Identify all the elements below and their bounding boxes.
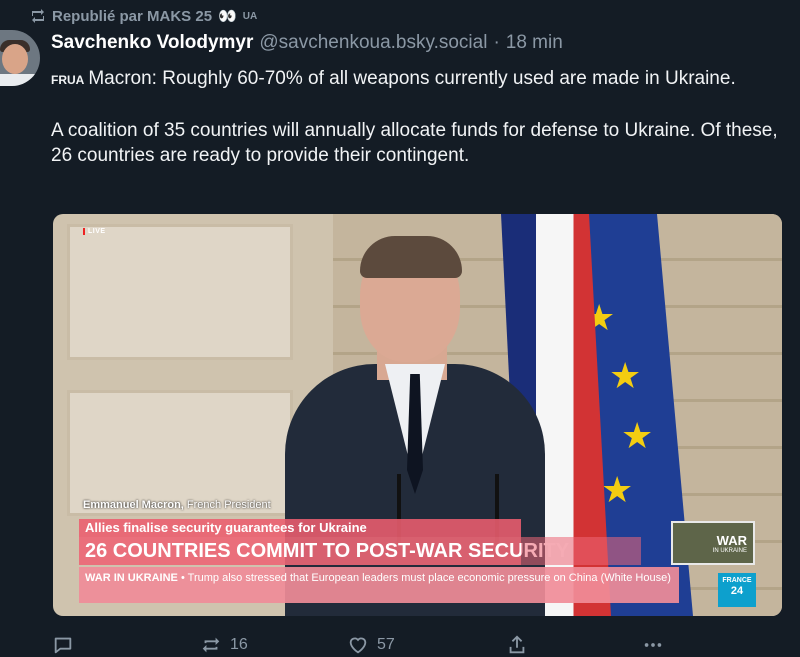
author-name[interactable]: Savchenko Volodymyr — [51, 32, 253, 54]
flag-icons: FRUA — [51, 73, 85, 87]
post-paragraph-1: Macron: Roughly 60-70% of all weapons cu… — [88, 68, 736, 89]
share-button[interactable] — [506, 634, 528, 656]
repost-suffix: UA — [242, 10, 258, 22]
star-icon: ★ — [609, 355, 642, 396]
headline-main: 26 COUNTRIES COMMIT TO POST-WAR SECURITY — [79, 537, 569, 565]
repost-icon — [32, 9, 44, 23]
like-button[interactable]: 57 — [347, 634, 395, 656]
avatar[interactable] — [0, 30, 40, 86]
repost-text: Republié par MAKS 25 — [52, 7, 213, 25]
author-handle[interactable]: @savchenkoua.bsky.social — [259, 32, 487, 54]
share-icon — [509, 635, 525, 654]
post-text: FRUA Macron: Roughly 60-70% of all weapon… — [51, 66, 791, 168]
more-icon — [644, 643, 662, 647]
action-bar: 16 57 — [0, 628, 800, 657]
video-embed[interactable]: LIVE ★ ★ ★ ★ Emmanuel Macron, French Pre… — [53, 214, 782, 616]
headline-small: Allies finalise security guarantees for … — [79, 519, 521, 537]
news-lower-third: Emmanuel Macron, French President Allies… — [53, 491, 782, 616]
war-in-ukraine-badge: WAR IN UKRAINE — [671, 521, 755, 565]
reply-button[interactable] — [52, 634, 82, 656]
eyes-emoji: 👀 — [218, 8, 237, 25]
repost-banner[interactable]: Republié par MAKS 25 👀 UA — [30, 7, 257, 25]
repost-button[interactable]: 16 — [200, 634, 248, 656]
post-header: Savchenko Volodymyr @savchenkoua.bsky.so… — [51, 32, 563, 54]
headline-extension — [521, 537, 641, 565]
post-paragraph-2: A coalition of 35 countries will annuall… — [51, 120, 778, 166]
repost-icon — [202, 637, 220, 653]
like-icon — [349, 637, 367, 654]
door-panel — [67, 224, 293, 360]
speaker-caption: Emmanuel Macron, French President — [83, 499, 271, 511]
like-count: 57 — [377, 636, 395, 653]
post-time[interactable]: 18 min — [506, 32, 563, 54]
separator-dot: · — [493, 32, 500, 53]
news-ticker: WAR IN UKRAINE • Trump also stressed tha… — [79, 567, 679, 603]
star-icon: ★ — [621, 415, 654, 456]
live-badge: LIVE — [83, 228, 106, 235]
more-button[interactable] — [642, 634, 664, 656]
france24-logo: FRANCE 24 — [718, 573, 756, 607]
reply-icon — [54, 637, 72, 654]
repost-count: 16 — [230, 636, 248, 653]
